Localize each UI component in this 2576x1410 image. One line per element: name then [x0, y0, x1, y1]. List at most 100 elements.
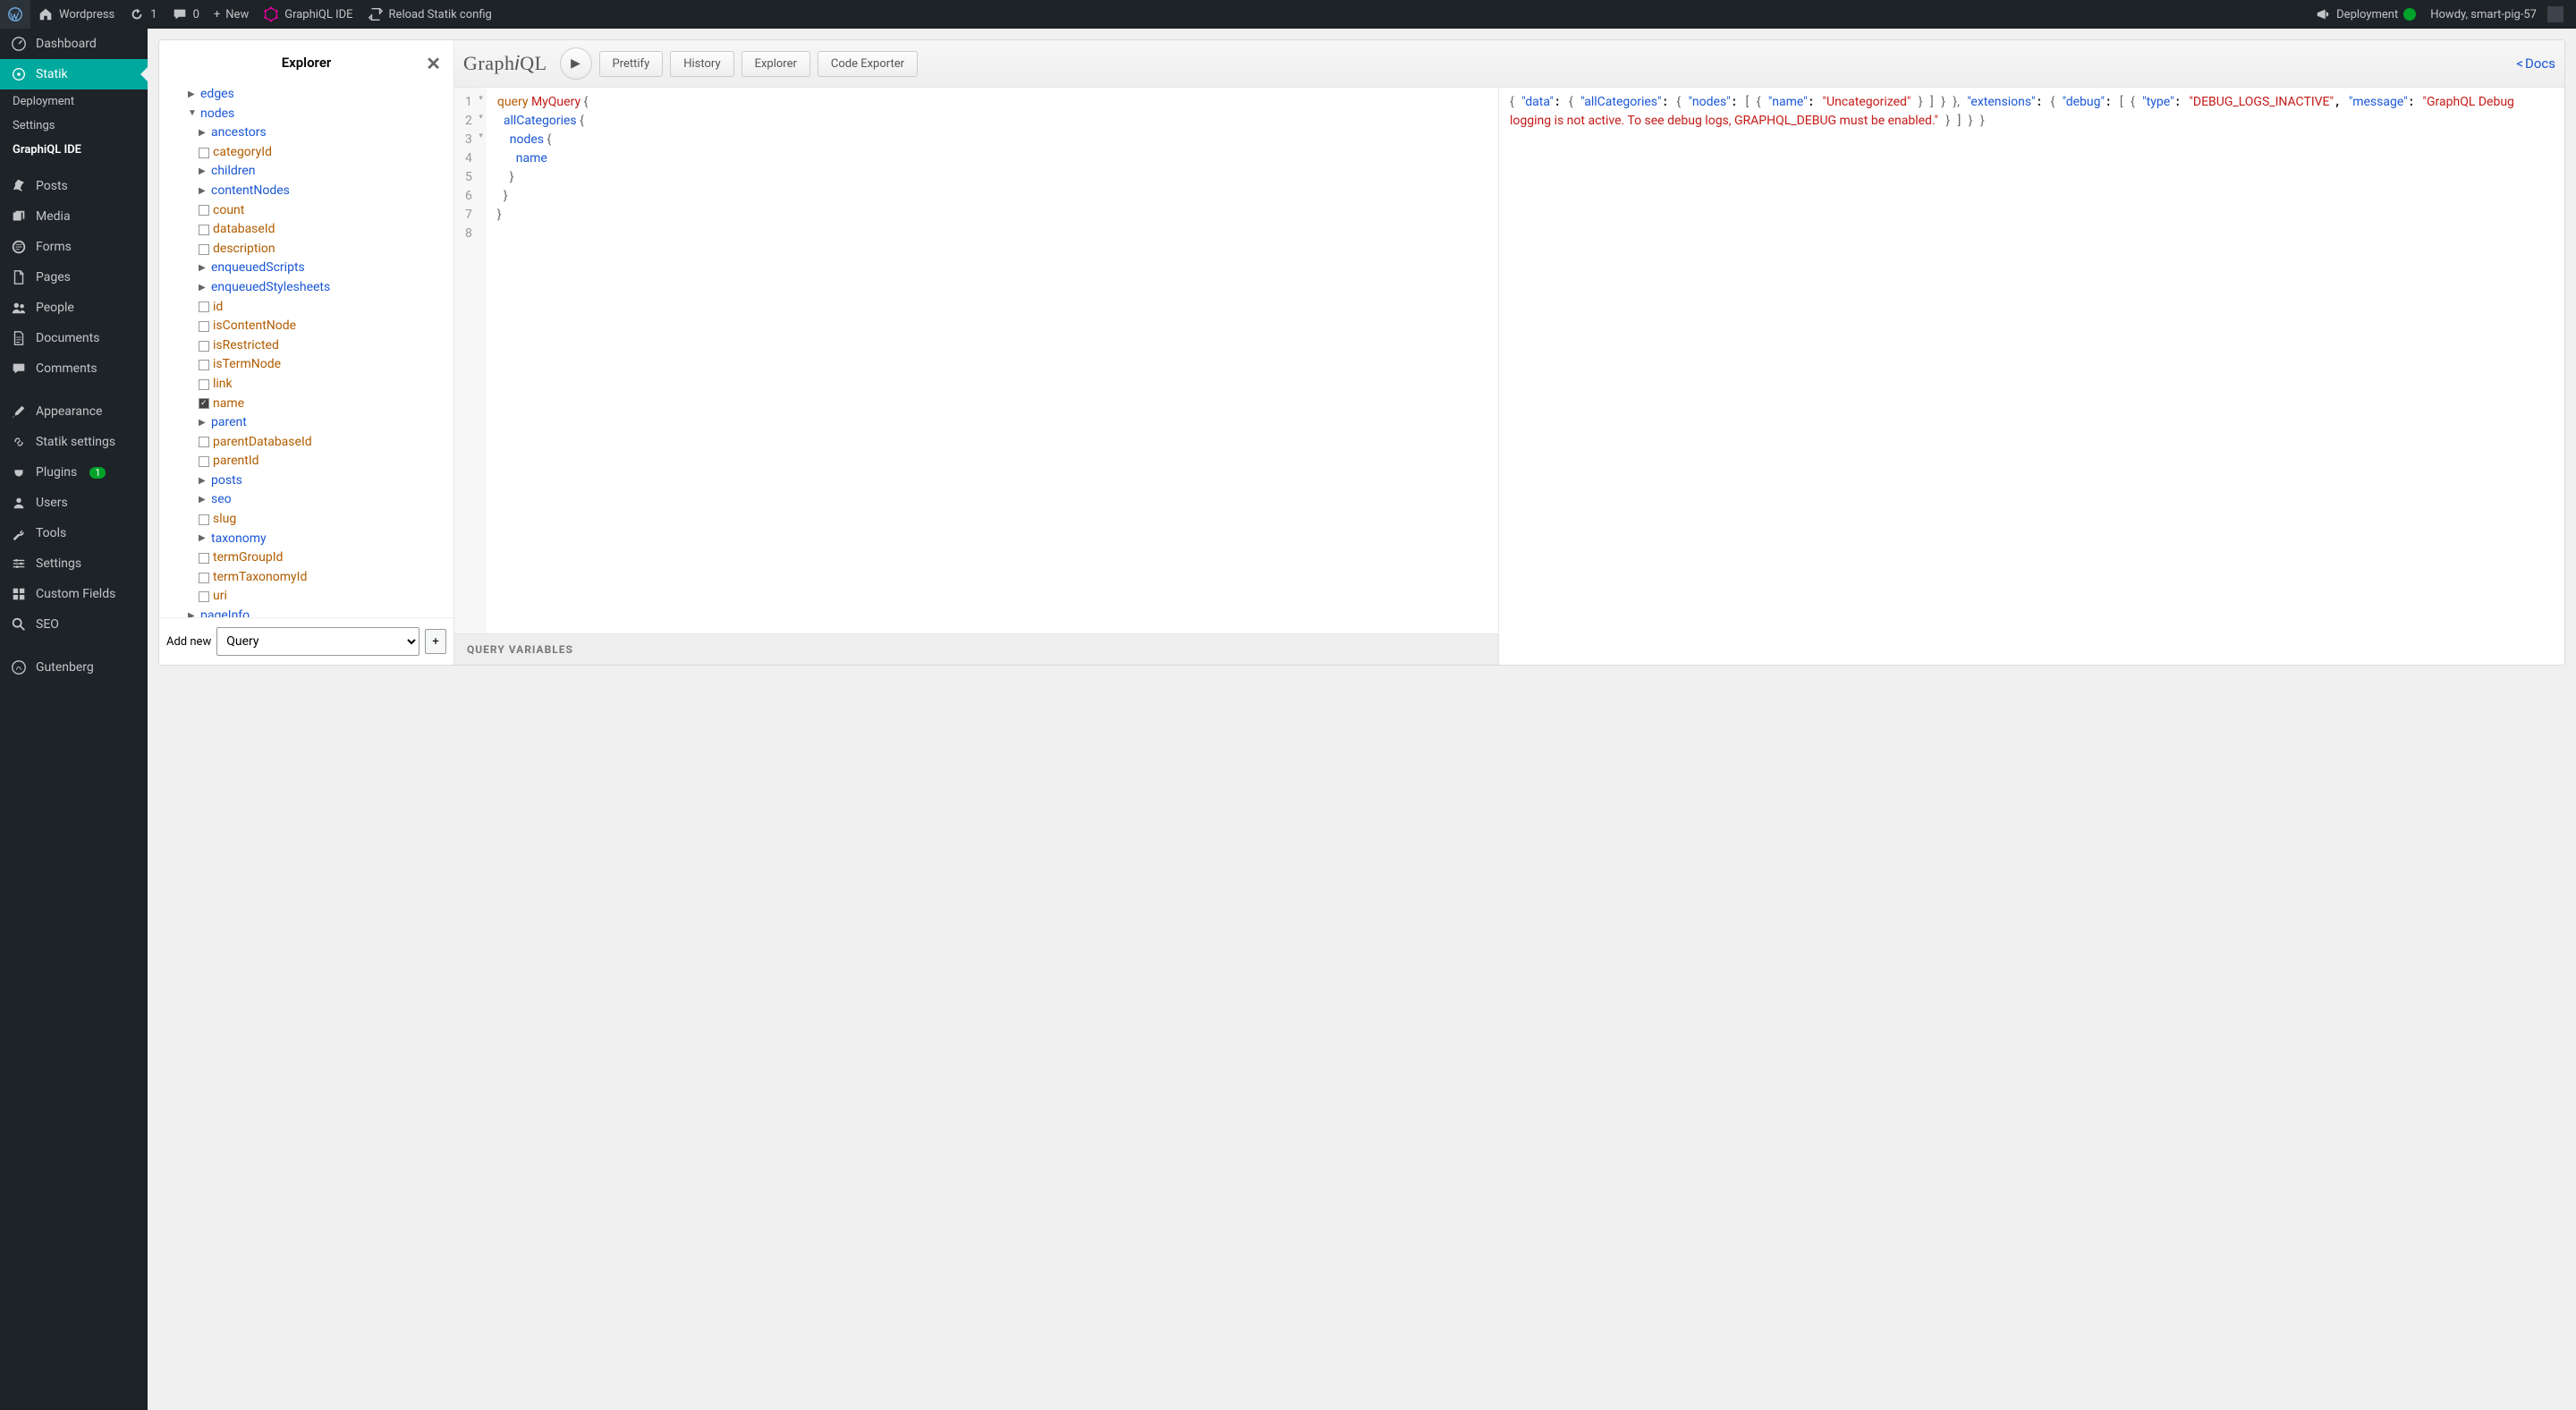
wp-logo[interactable]	[0, 0, 30, 29]
run-button[interactable]: ▶	[560, 47, 592, 80]
tree-parentId[interactable]: parentId	[177, 452, 446, 471]
add-new-label: Add new	[166, 635, 211, 649]
tree-isRestricted[interactable]: isRestricted	[177, 336, 446, 356]
site-link[interactable]: Wordpress	[30, 0, 122, 29]
sidebar-custom-fields[interactable]: Custom Fields	[0, 579, 148, 609]
add-new-select[interactable]: Query	[216, 627, 419, 656]
main-content: Explorer ✕ ▶edges ▼nodes ▶ancestors cate…	[148, 29, 2576, 1410]
code-exporter-button[interactable]: Code Exporter	[818, 51, 918, 77]
sidebar-posts[interactable]: Posts	[0, 171, 148, 201]
sliders-icon	[11, 556, 27, 572]
wordpress-icon	[7, 6, 23, 22]
tree-link[interactable]: link	[177, 375, 446, 395]
tree-count[interactable]: count	[177, 201, 446, 221]
new-label: New	[225, 8, 249, 21]
explorer-pane: Explorer ✕ ▶edges ▼nodes ▶ancestors cate…	[159, 40, 454, 665]
tree-enqueuedScripts[interactable]: ▶enqueuedScripts	[177, 259, 446, 278]
comments-link[interactable]: 0	[165, 0, 207, 29]
result-viewer[interactable]: { "data": { "allCategories": { "nodes": …	[1499, 88, 2564, 665]
sidebar-statik[interactable]: Statik	[0, 59, 148, 89]
sidebar-settings[interactable]: Settings	[0, 548, 148, 579]
sidebar-sub-settings[interactable]: Settings	[0, 114, 148, 138]
forms-icon	[11, 239, 27, 255]
tree-taxonomy[interactable]: ▶taxonomy	[177, 530, 446, 549]
tree-nodes[interactable]: ▼nodes	[177, 105, 446, 124]
sidebar-documents[interactable]: Documents	[0, 323, 148, 353]
sidebar-sub-deployment[interactable]: Deployment	[0, 89, 148, 114]
tree-isTermNode[interactable]: isTermNode	[177, 355, 446, 375]
updates-count: 1	[150, 8, 157, 21]
comment-icon	[11, 361, 27, 377]
sidebar-gutenberg[interactable]: Gutenberg	[0, 652, 148, 683]
reload-icon	[368, 6, 384, 22]
sidebar-label: Settings	[36, 556, 81, 571]
link-icon	[11, 434, 27, 450]
sidebar-pages[interactable]: Pages	[0, 262, 148, 293]
tree-pageInfo[interactable]: ▶pageInfo	[177, 607, 446, 617]
sidebar-dashboard[interactable]: Dashboard	[0, 29, 148, 59]
sidebar-statik-settings[interactable]: Statik settings	[0, 427, 148, 457]
tree-databaseId[interactable]: databaseId	[177, 220, 446, 240]
tree-contentNodes[interactable]: ▶contentNodes	[177, 182, 446, 201]
history-button[interactable]: History	[670, 51, 733, 77]
comment-icon	[172, 6, 188, 22]
query-variables-toggle[interactable]: QUERY VARIABLES	[454, 633, 1498, 665]
graphiql-link[interactable]: GraphiQL IDE	[256, 0, 360, 29]
sidebar-forms[interactable]: Forms	[0, 232, 148, 262]
new-link[interactable]: +New	[207, 0, 256, 29]
sidebar-seo[interactable]: SEO	[0, 609, 148, 640]
explorer-tree: ▶edges ▼nodes ▶ancestors categoryId ▶chi…	[159, 85, 453, 617]
tree-description[interactable]: description	[177, 240, 446, 259]
plugin-badge: 1	[89, 467, 106, 479]
sidebar-appearance[interactable]: Appearance	[0, 396, 148, 427]
tree-edges[interactable]: ▶edges	[177, 85, 446, 105]
explorer-close-button[interactable]: ✕	[426, 53, 441, 74]
tree-parent[interactable]: ▶parent	[177, 413, 446, 433]
sidebar-label: Plugins	[36, 465, 77, 480]
graphql-icon	[263, 6, 279, 22]
sidebar-users[interactable]: Users	[0, 488, 148, 518]
updates-link[interactable]: 1	[122, 0, 164, 29]
graphiql-label: GraphiQL IDE	[284, 8, 352, 21]
megaphone-icon	[2315, 6, 2331, 22]
people-icon	[11, 300, 27, 316]
deployment-link[interactable]: Deployment	[2308, 0, 2423, 29]
tree-children[interactable]: ▶children	[177, 162, 446, 182]
query-editor[interactable]: 1 2 3 4 5 6 7 8 query MyQuery { allCateg…	[454, 88, 1499, 665]
tree-enqueuedStylesheets[interactable]: ▶enqueuedStylesheets	[177, 278, 446, 298]
tree-ancestors[interactable]: ▶ancestors	[177, 123, 446, 143]
tree-name[interactable]: name	[177, 395, 446, 414]
tree-parentDatabaseId[interactable]: parentDatabaseId	[177, 433, 446, 453]
reload-link[interactable]: Reload Statik config	[360, 0, 499, 29]
docs-button[interactable]: < Docs	[2516, 55, 2555, 72]
tree-categoryId[interactable]: categoryId	[177, 143, 446, 163]
tree-id[interactable]: id	[177, 298, 446, 318]
status-dot-icon	[2403, 8, 2416, 21]
add-new-button[interactable]: +	[425, 629, 446, 654]
tree-uri[interactable]: uri	[177, 587, 446, 607]
sidebar-sub-graphiql[interactable]: GraphiQL IDE	[0, 138, 148, 162]
tree-termGroupId[interactable]: termGroupId	[177, 548, 446, 568]
tree-slug[interactable]: slug	[177, 510, 446, 530]
tree-isContentNode[interactable]: isContentNode	[177, 317, 446, 336]
graphiql-panel: Explorer ✕ ▶edges ▼nodes ▶ancestors cate…	[158, 39, 2565, 666]
statik-icon	[11, 66, 27, 82]
sidebar-tools[interactable]: Tools	[0, 518, 148, 548]
explorer-button[interactable]: Explorer	[741, 51, 810, 77]
sidebar-label: Statik settings	[36, 435, 115, 449]
sidebar-people[interactable]: People	[0, 293, 148, 323]
sidebar-label: Statik	[36, 67, 68, 81]
tree-posts[interactable]: ▶posts	[177, 471, 446, 491]
sidebar-media[interactable]: Media	[0, 201, 148, 232]
document-icon	[11, 330, 27, 346]
query-text[interactable]: query MyQuery { allCategories { nodes { …	[487, 88, 598, 633]
sidebar-comments[interactable]: Comments	[0, 353, 148, 384]
account-link[interactable]: Howdy, smart-pig-57	[2423, 0, 2571, 29]
tree-seo[interactable]: ▶seo	[177, 490, 446, 510]
sidebar-label: Custom Fields	[36, 587, 115, 601]
avatar	[2547, 6, 2563, 22]
tree-termTaxonomyId[interactable]: termTaxonomyId	[177, 568, 446, 588]
sidebar-label: Forms	[36, 240, 72, 254]
sidebar-plugins[interactable]: Plugins 1	[0, 457, 148, 488]
prettify-button[interactable]: Prettify	[599, 51, 664, 77]
